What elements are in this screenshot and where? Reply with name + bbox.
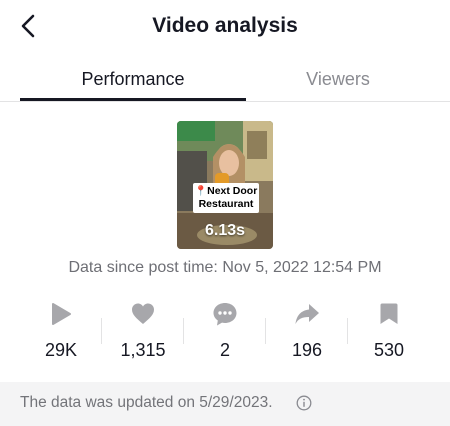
- data-updated-text: The data was updated on 5/29/2023.: [20, 394, 273, 411]
- location-sticker: 📍Next Door Restaurant: [193, 183, 259, 213]
- page-title: Video analysis: [152, 14, 298, 37]
- bookmark-icon[interactable]: [348, 300, 430, 328]
- stats-row: 29K 1,315 2 196 530: [20, 296, 430, 368]
- heart-icon[interactable]: [102, 300, 184, 328]
- tab-viewers[interactable]: Viewers: [225, 56, 450, 102]
- stat-saves: 530: [348, 296, 430, 368]
- info-icon[interactable]: [296, 395, 312, 411]
- sticker-line-1: Next Door: [207, 185, 258, 197]
- sticker-line-2: Restaurant: [198, 198, 254, 210]
- share-icon[interactable]: [266, 300, 348, 328]
- location-pin-icon: 📍: [194, 186, 208, 197]
- tab-performance[interactable]: Performance: [20, 56, 246, 102]
- stat-likes: 1,315: [102, 296, 184, 368]
- header: Video analysis: [0, 0, 450, 52]
- stat-comments: 2: [184, 296, 266, 368]
- data-since-text: Data since post time: Nov 5, 2022 12:54 …: [68, 259, 382, 276]
- comment-icon[interactable]: [184, 300, 266, 328]
- stat-shares: 196: [266, 296, 348, 368]
- views-count: 29K: [44, 340, 78, 360]
- stat-views: 29K: [20, 296, 102, 368]
- shares-count: 196: [291, 340, 323, 360]
- video-thumbnail[interactable]: 📍Next Door Restaurant 6.13s: [177, 121, 273, 249]
- footer-banner: The data was updated on 5/29/2023.: [0, 382, 450, 426]
- tab-bar: Performance Viewers: [0, 56, 450, 102]
- play-icon[interactable]: [20, 300, 102, 328]
- active-tab-indicator: [20, 98, 246, 101]
- video-duration: 6.13s: [204, 222, 246, 239]
- likes-count: 1,315: [120, 340, 166, 360]
- saves-count: 530: [373, 340, 405, 360]
- comments-count: 2: [219, 340, 230, 360]
